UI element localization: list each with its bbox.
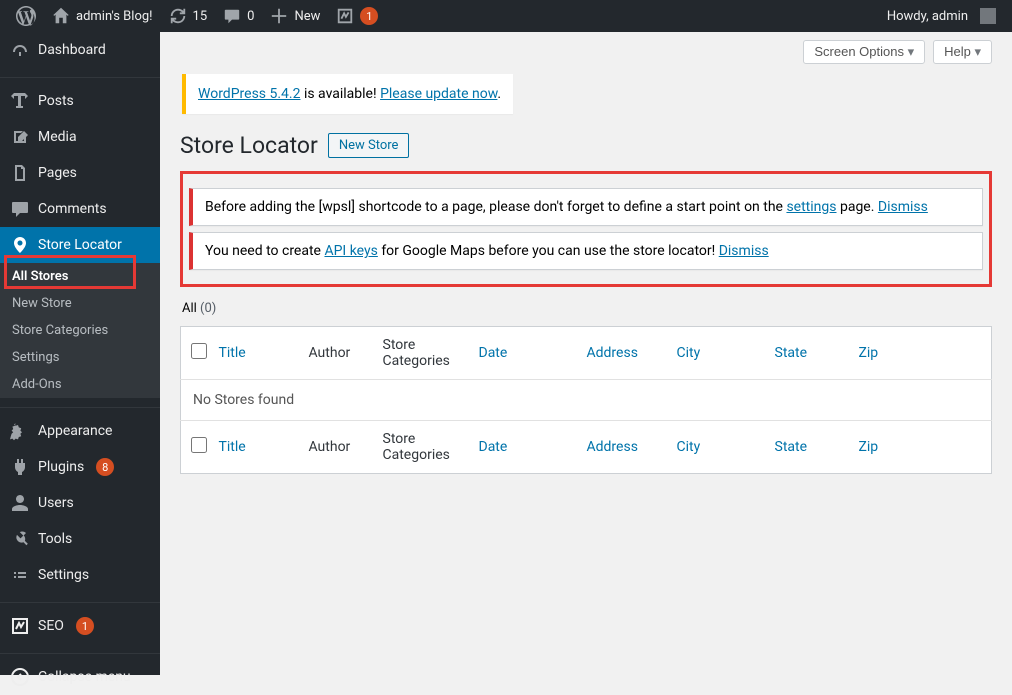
- menu-settings[interactable]: Settings: [0, 557, 160, 593]
- menu-comments[interactable]: Comments: [0, 191, 160, 227]
- select-all-top[interactable]: [191, 343, 207, 359]
- filter-all-count: (0): [200, 301, 216, 316]
- submenu-settings[interactable]: Settings: [0, 344, 160, 371]
- submenu-store-categories[interactable]: Store Categories: [0, 317, 160, 344]
- collapse-menu[interactable]: Collapse menu: [0, 659, 160, 695]
- notice-api-keys: You need to create API keys for Google M…: [189, 232, 983, 270]
- menu-tools[interactable]: Tools: [0, 521, 160, 557]
- filter-all-label[interactable]: All: [182, 301, 197, 316]
- menu-posts[interactable]: Posts: [0, 83, 160, 119]
- new-label: New: [294, 9, 320, 24]
- screen-options-button[interactable]: Screen Options: [803, 40, 925, 64]
- col-zip[interactable]: Zip: [859, 345, 879, 361]
- seo-toolbar-link[interactable]: 1: [328, 0, 386, 32]
- wp-logo[interactable]: [8, 0, 44, 32]
- settings-link[interactable]: settings: [786, 199, 836, 215]
- highlight-notices: Before adding the [wpsl] shortcode to a …: [180, 171, 992, 287]
- updates-link[interactable]: 15: [161, 0, 216, 32]
- my-account-link[interactable]: Howdy, admin: [879, 0, 1004, 32]
- menu-users[interactable]: Users: [0, 485, 160, 521]
- col-author: Author: [299, 327, 373, 380]
- col-title[interactable]: Title: [219, 345, 246, 361]
- wp-version-link[interactable]: WordPress 5.4.2: [198, 86, 300, 102]
- col-address-foot[interactable]: Address: [587, 439, 638, 455]
- update-nag: WordPress 5.4.2 is available! Please upd…: [182, 74, 513, 114]
- submenu-new-store[interactable]: New Store: [0, 290, 160, 317]
- col-city-foot[interactable]: City: [677, 439, 701, 455]
- col-date-foot[interactable]: Date: [479, 439, 508, 455]
- comments-count: 0: [247, 9, 254, 24]
- howdy-text: Howdy, admin: [887, 9, 968, 24]
- view-filter: All (0): [182, 301, 992, 316]
- notice-shortcode: Before adding the [wpsl] shortcode to a …: [189, 188, 983, 226]
- site-name: admin's Blog!: [76, 9, 153, 24]
- menu-pages[interactable]: Pages: [0, 155, 160, 191]
- admin-sidebar: Dashboard Posts Media Pages Comments Sto…: [0, 32, 160, 675]
- new-content-link[interactable]: New: [262, 0, 328, 32]
- site-home-link[interactable]: admin's Blog!: [44, 0, 161, 32]
- new-store-button[interactable]: New Store: [328, 133, 410, 158]
- main-content: Screen Options Help WordPress 5.4.2 is a…: [160, 32, 1012, 675]
- plugins-badge: 8: [96, 458, 114, 476]
- col-state[interactable]: State: [775, 345, 808, 361]
- api-keys-link[interactable]: API keys: [324, 243, 377, 259]
- menu-store-locator[interactable]: Store Locator: [0, 227, 160, 263]
- menu-media[interactable]: Media: [0, 119, 160, 155]
- col-categories-foot: Store Categories: [373, 421, 469, 474]
- updates-count: 15: [193, 9, 208, 24]
- no-items-message: No Stores found: [181, 380, 992, 421]
- avatar-icon: [980, 8, 996, 24]
- select-all-bottom[interactable]: [191, 437, 207, 453]
- seo-menu-badge: 1: [76, 617, 94, 635]
- submenu-all-stores[interactable]: All Stores: [0, 263, 160, 290]
- col-date[interactable]: Date: [479, 345, 508, 361]
- col-city[interactable]: City: [677, 345, 701, 361]
- dismiss-link-2[interactable]: Dismiss: [719, 243, 769, 259]
- submenu-addons[interactable]: Add-Ons: [0, 371, 160, 398]
- col-zip-foot[interactable]: Zip: [859, 439, 879, 455]
- menu-plugins[interactable]: Plugins 8: [0, 449, 160, 485]
- dismiss-link-1[interactable]: Dismiss: [878, 199, 928, 215]
- menu-appearance[interactable]: Appearance: [0, 413, 160, 449]
- update-now-link[interactable]: Please update now: [380, 86, 497, 102]
- help-button[interactable]: Help: [933, 40, 992, 64]
- stores-table: Title Author Store Categories Date Addre…: [180, 326, 992, 474]
- col-categories: Store Categories: [373, 327, 469, 380]
- col-title-foot[interactable]: Title: [219, 439, 246, 455]
- col-author-foot: Author: [299, 421, 373, 474]
- menu-seo[interactable]: SEO 1: [0, 608, 160, 644]
- col-address[interactable]: Address: [587, 345, 638, 361]
- admin-toolbar: admin's Blog! 15 0 New 1 Howdy, admin: [0, 0, 1012, 32]
- page-title: Store Locator: [180, 132, 318, 159]
- col-state-foot[interactable]: State: [775, 439, 808, 455]
- seo-badge: 1: [360, 7, 378, 25]
- submenu-store-locator: All Stores New Store Store Categories Se…: [0, 263, 160, 398]
- comments-link[interactable]: 0: [215, 0, 262, 32]
- menu-dashboard[interactable]: Dashboard: [0, 32, 160, 68]
